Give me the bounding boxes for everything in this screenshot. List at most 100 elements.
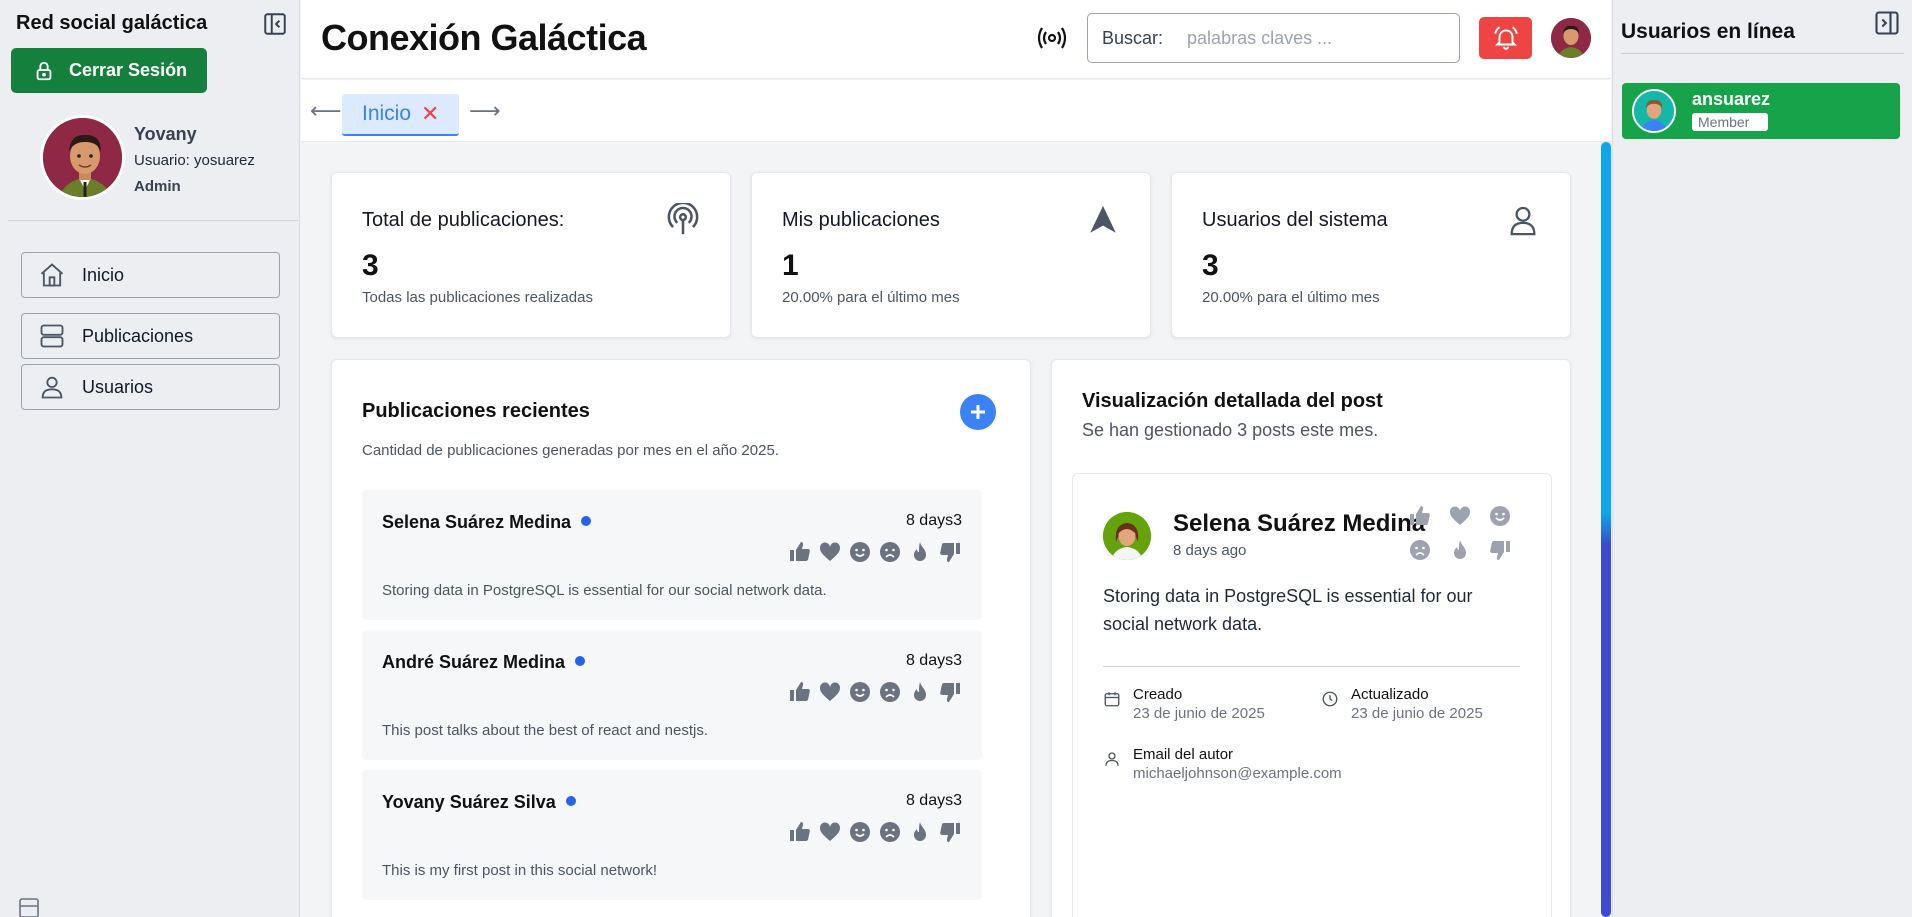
profile-name: Yovany — [134, 124, 197, 144]
broadcast-icon[interactable] — [1036, 24, 1068, 52]
avatar — [40, 115, 125, 200]
divider — [1103, 666, 1520, 667]
email-meta: Email del autor michaeljohnson@example.c… — [1103, 746, 1342, 782]
list-item[interactable]: Selena Suárez Medina 8 days3 Storing dat… — [362, 490, 982, 620]
post-detail-card: Visualización detallada del post Se han … — [1051, 359, 1571, 917]
avatar — [1103, 512, 1151, 560]
like-icon[interactable] — [788, 820, 812, 844]
fire-icon[interactable] — [908, 540, 932, 564]
user-icon — [41, 376, 63, 399]
profile-role: Admin — [134, 178, 181, 195]
list-item[interactable]: Yovany Suárez Silva 8 days3 This is my f… — [362, 770, 982, 900]
dashboard-content: Total de publicaciones: 3 Todas las publ… — [301, 142, 1611, 917]
collapse-sidebar-icon[interactable] — [1873, 9, 1901, 37]
online-dot — [581, 516, 592, 527]
post-text: Storing data in PostgreSQL is essential … — [382, 582, 827, 599]
sad-icon[interactable] — [1408, 538, 1432, 562]
main-area: Conexión Galáctica Buscar: ⟵ Inicio ✕ — [301, 0, 1611, 917]
tab-label: Inicio — [362, 102, 412, 125]
add-post-button[interactable] — [960, 394, 996, 430]
dislike-icon[interactable] — [1488, 538, 1512, 562]
smile-icon[interactable] — [1488, 504, 1512, 528]
navigation-arrow-icon — [1090, 205, 1116, 233]
sad-icon[interactable] — [878, 820, 902, 844]
right-sidebar: Usuarios en línea ansuarez Member — [1612, 0, 1912, 917]
sad-icon[interactable] — [878, 540, 902, 564]
like-icon[interactable] — [788, 540, 812, 564]
sad-icon[interactable] — [878, 680, 902, 704]
reactions — [788, 540, 962, 564]
fire-icon[interactable] — [1448, 538, 1472, 562]
detail-author: Selena Suárez Medina — [1173, 510, 1426, 537]
logout-button[interactable]: Cerrar Sesión — [11, 48, 207, 93]
notifications-button[interactable] — [1479, 17, 1532, 59]
created-value: 23 de junio de 2025 — [1133, 705, 1265, 722]
logout-label: Cerrar Sesión — [69, 60, 188, 80]
left-sidebar: Red social galáctica Cerrar Sesión Yovan… — [0, 0, 300, 917]
top-bar: Conexión Galáctica Buscar: — [301, 0, 1611, 79]
tab-back-arrow-icon[interactable]: ⟵ — [310, 98, 342, 124]
collapse-sidebar-icon[interactable] — [262, 11, 288, 37]
close-icon[interactable]: ✕ — [421, 101, 439, 127]
post-author: Yovany Suárez Silva — [382, 792, 576, 813]
post-time: 8 days3 — [905, 792, 962, 809]
updated-value: 23 de junio de 2025 — [1351, 705, 1483, 722]
sidebar-item-inicio[interactable]: Inicio — [21, 252, 280, 298]
stat-title: Total de publicaciones: — [362, 209, 565, 231]
tab-forward-arrow-icon[interactable]: ⟶ — [469, 98, 501, 124]
brand-title: Red social galáctica — [16, 12, 208, 34]
avatar — [1632, 89, 1676, 133]
archive-icon[interactable] — [17, 896, 41, 917]
online-user-name: ansuarez — [1692, 89, 1771, 109]
search-box[interactable]: Buscar: — [1087, 13, 1460, 63]
heart-icon[interactable] — [818, 820, 842, 844]
podcast-icon — [667, 203, 699, 235]
smile-icon[interactable] — [848, 680, 872, 704]
search-input[interactable] — [1187, 27, 1448, 49]
heart-icon[interactable] — [818, 540, 842, 564]
smile-icon[interactable] — [848, 820, 872, 844]
heart-icon[interactable] — [818, 680, 842, 704]
scrollbar-thumb[interactable] — [1601, 142, 1611, 917]
stat-value: 1 — [782, 249, 799, 282]
like-icon[interactable] — [1408, 504, 1432, 528]
dislike-icon[interactable] — [938, 680, 962, 704]
list-item[interactable]: André Suárez Medina 8 days3 This post ta… — [362, 630, 982, 760]
tab-inicio[interactable]: Inicio ✕ — [342, 94, 459, 136]
clock-icon — [1322, 691, 1338, 707]
post-text: This is my first post in this social net… — [382, 862, 658, 879]
recent-posts-title: Publicaciones recientes — [362, 400, 590, 422]
sidebar-item-usuarios[interactable]: Usuarios — [21, 364, 280, 410]
sidebar-item-label: Usuarios — [82, 376, 154, 397]
reactions — [788, 820, 962, 844]
fire-icon[interactable] — [908, 680, 932, 704]
fire-icon[interactable] — [908, 820, 932, 844]
online-user-item[interactable]: ansuarez Member — [1622, 83, 1900, 139]
recent-posts-card: Publicaciones recientes Cantidad de publ… — [331, 359, 1031, 917]
stat-title: Usuarios del sistema — [1202, 209, 1388, 231]
dislike-icon[interactable] — [938, 820, 962, 844]
sidebar-item-publicaciones[interactable]: Publicaciones — [21, 313, 280, 359]
detail-time: 8 days ago — [1173, 542, 1247, 559]
home-icon — [40, 263, 64, 287]
bell-ring-icon — [1493, 26, 1518, 50]
post-text: This post talks about the best of react … — [382, 722, 709, 739]
user-avatar-button[interactable] — [1551, 18, 1591, 58]
role-badge: Member — [1692, 113, 1768, 131]
updated-meta: Actualizado 23 de junio de 2025 — [1321, 686, 1483, 722]
stat-title: Mis publicaciones — [782, 209, 940, 231]
like-icon[interactable] — [788, 680, 812, 704]
stat-card-system-users: Usuarios del sistema 3 20.00% para el úl… — [1171, 172, 1571, 338]
post-author: André Suárez Medina — [382, 652, 586, 673]
created-label: Creado — [1133, 686, 1183, 703]
detail-reactions — [1408, 504, 1528, 562]
post-detail-panel: Selena Suárez Medina 8 days ago Storing … — [1072, 473, 1552, 917]
heart-icon[interactable] — [1448, 504, 1472, 528]
user-icon — [1105, 752, 1119, 766]
reactions — [788, 680, 962, 704]
smile-icon[interactable] — [848, 540, 872, 564]
tabs-bar: ⟵ Inicio ✕ ⟶ — [301, 80, 1611, 142]
dislike-icon[interactable] — [938, 540, 962, 564]
divider — [1621, 53, 1904, 54]
plus-icon — [971, 405, 985, 419]
